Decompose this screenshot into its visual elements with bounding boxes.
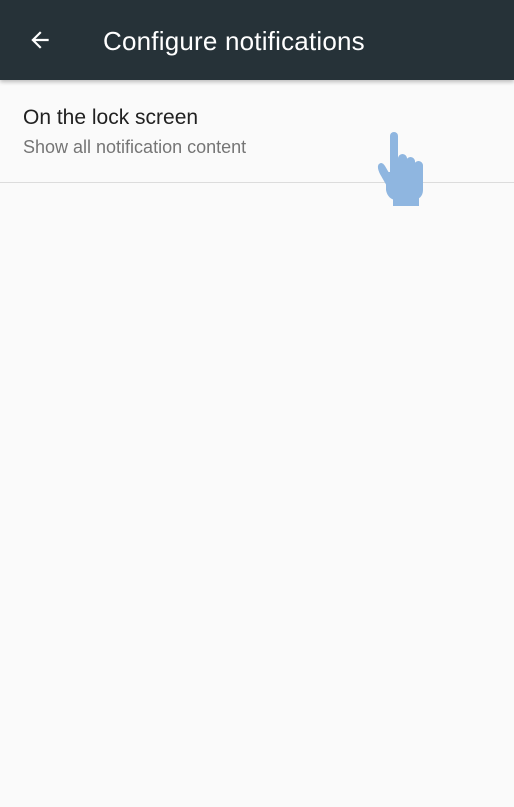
pointing-hand-icon [376,132,430,206]
preferences-list: On the lock screen Show all notification… [0,80,514,807]
preference-lock-screen[interactable]: On the lock screen Show all notification… [0,80,514,183]
back-button[interactable] [18,18,62,62]
page-title: Configure notifications [103,26,365,56]
preference-summary: Show all notification content [23,137,247,157]
preference-title: On the lock screen [23,106,199,129]
app-bar: Configure notifications [0,0,514,80]
arrow-back-icon [27,27,53,53]
